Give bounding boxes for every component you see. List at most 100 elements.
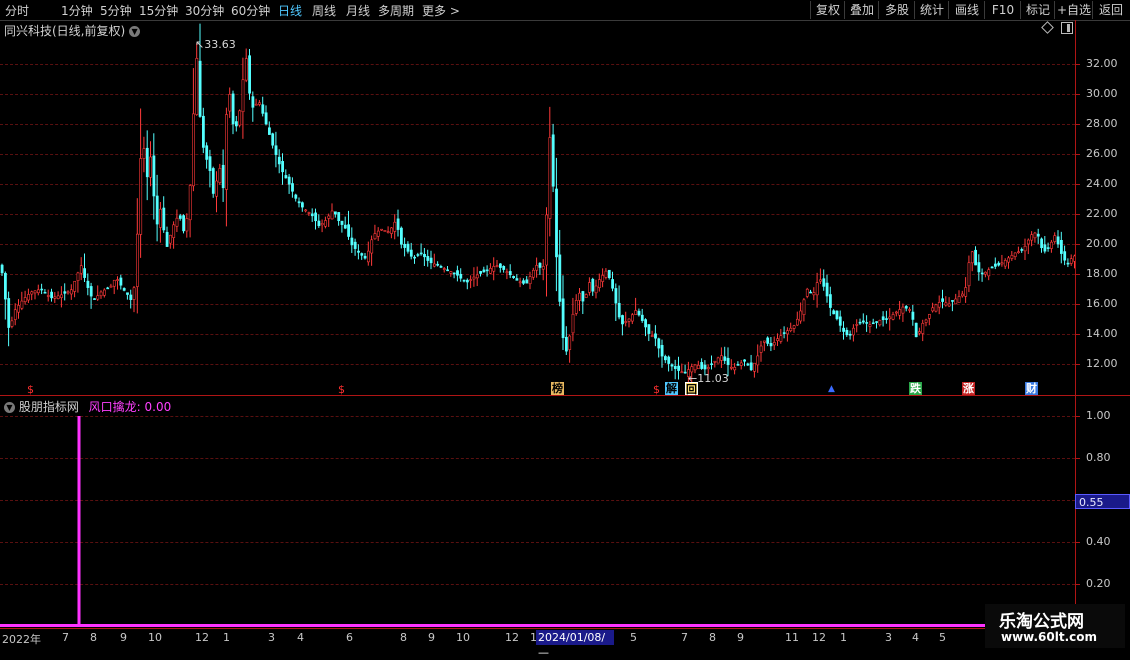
- triangle-marker[interactable]: ▲: [828, 383, 835, 396]
- arrow-icon: ↖: [195, 38, 205, 51]
- candle-body: [1053, 235, 1057, 242]
- candle-body: [703, 364, 707, 370]
- candle-body: [1050, 241, 1053, 249]
- fuquan-button[interactable]: 复权: [810, 1, 845, 19]
- candle-body: [56, 295, 60, 299]
- period-tab-30min[interactable]: 30分钟: [185, 2, 224, 19]
- period-tab-15min[interactable]: 15分钟: [139, 2, 178, 19]
- f10-button[interactable]: F10: [984, 1, 1021, 19]
- candle-body: [987, 269, 991, 277]
- candle-body: [1017, 251, 1020, 254]
- candle-body: [416, 254, 420, 256]
- candle-body: [192, 113, 195, 187]
- candle-body: [310, 213, 314, 217]
- candle-body: [1020, 249, 1024, 251]
- mark-button[interactable]: 标记: [1020, 1, 1055, 19]
- candle-body: [911, 311, 915, 320]
- candle-body: [103, 289, 106, 296]
- candle-body: [205, 145, 209, 160]
- candle-body: [881, 316, 885, 321]
- add-watchlist-button[interactable]: +自选: [1054, 1, 1093, 19]
- period-tab-60min[interactable]: 60分钟: [231, 2, 270, 19]
- y-tick: [1075, 124, 1080, 125]
- y-tick: [1075, 416, 1080, 417]
- candle-body: [1040, 238, 1044, 249]
- candle-body: [254, 103, 258, 106]
- candle-body: [122, 288, 126, 291]
- rise-marker[interactable]: 涨: [962, 382, 975, 395]
- candle-body: [198, 60, 202, 117]
- candle-body: [621, 315, 624, 325]
- candle-body: [267, 127, 271, 135]
- candle-body: [73, 281, 77, 292]
- candle-body: [541, 266, 545, 270]
- indicator-chart: [0, 416, 1075, 627]
- candle-body: [683, 371, 687, 374]
- candle-body: [657, 338, 661, 349]
- candle-body: [977, 262, 981, 273]
- y-tick-label: 26.00: [1086, 147, 1118, 160]
- candle-body: [1000, 262, 1004, 265]
- y-tick: [1075, 334, 1080, 335]
- candle-body: [109, 285, 113, 288]
- unlock-marker[interactable]: 解: [665, 382, 678, 395]
- period-tab-weekly[interactable]: 周线: [312, 2, 336, 19]
- date-label: 10: [456, 631, 470, 644]
- candle-body: [663, 356, 667, 361]
- candle-body: [927, 314, 931, 319]
- buyback-marker[interactable]: 回: [685, 382, 698, 396]
- candle-body: [300, 202, 304, 208]
- period-tab-monthly[interactable]: 月线: [346, 2, 370, 19]
- candle-body: [508, 271, 512, 276]
- finance-marker[interactable]: 财: [1025, 382, 1038, 395]
- candle-body: [799, 310, 803, 322]
- candle-body: [581, 291, 585, 302]
- candle-body: [162, 207, 166, 231]
- candle-body: [231, 93, 235, 125]
- candle-body: [53, 296, 57, 299]
- candle-body: [1033, 232, 1037, 239]
- back-button[interactable]: 返回: [1092, 1, 1129, 19]
- candle-body: [545, 214, 549, 266]
- period-tab-more[interactable]: 更多 >: [422, 2, 460, 19]
- period-tab-5min[interactable]: 5分钟: [100, 2, 132, 19]
- candle-body: [363, 255, 367, 259]
- candle-body: [852, 327, 855, 336]
- candle-body: [175, 217, 179, 227]
- period-tab-fenshi[interactable]: 分时: [5, 2, 29, 19]
- candle-body: [555, 188, 558, 258]
- dividend-marker[interactable]: $: [653, 383, 660, 396]
- candle-body: [1060, 240, 1063, 254]
- candle-body: [723, 356, 727, 361]
- period-tab-1min[interactable]: 1分钟: [61, 2, 93, 19]
- period-tab-multi[interactable]: 多周期: [378, 2, 414, 19]
- stats-button[interactable]: 统计: [914, 1, 949, 19]
- rank-marker[interactable]: 榜: [551, 382, 564, 395]
- candle-body: [769, 343, 773, 347]
- multi-stock-button[interactable]: 多股: [878, 1, 915, 19]
- candle-body: [845, 329, 849, 336]
- y-tick: [1075, 154, 1080, 155]
- candle-body: [835, 310, 839, 320]
- candle-body: [871, 322, 875, 325]
- dividend-marker[interactable]: $: [27, 383, 34, 396]
- candle-body: [149, 156, 153, 178]
- overlay-button[interactable]: 叠加: [844, 1, 879, 19]
- fall-marker[interactable]: 跌: [909, 382, 922, 395]
- y-tick: [1075, 214, 1080, 215]
- draw-line-button[interactable]: 画线: [948, 1, 985, 19]
- candle-body: [324, 220, 327, 227]
- watermark-url: www.60lt.com: [1001, 630, 1098, 644]
- candle-body: [211, 168, 215, 194]
- candle-body: [261, 104, 265, 114]
- candle-body: [221, 164, 225, 189]
- y-tick: [1075, 94, 1080, 95]
- candle-body: [990, 266, 994, 269]
- candle-body: [640, 314, 644, 321]
- candle-body: [571, 313, 575, 334]
- candle-body: [693, 364, 697, 371]
- period-tab-daily[interactable]: 日线: [278, 2, 302, 19]
- candle-body: [419, 252, 423, 255]
- dividend-marker[interactable]: $: [338, 383, 345, 396]
- candle-body: [287, 176, 291, 185]
